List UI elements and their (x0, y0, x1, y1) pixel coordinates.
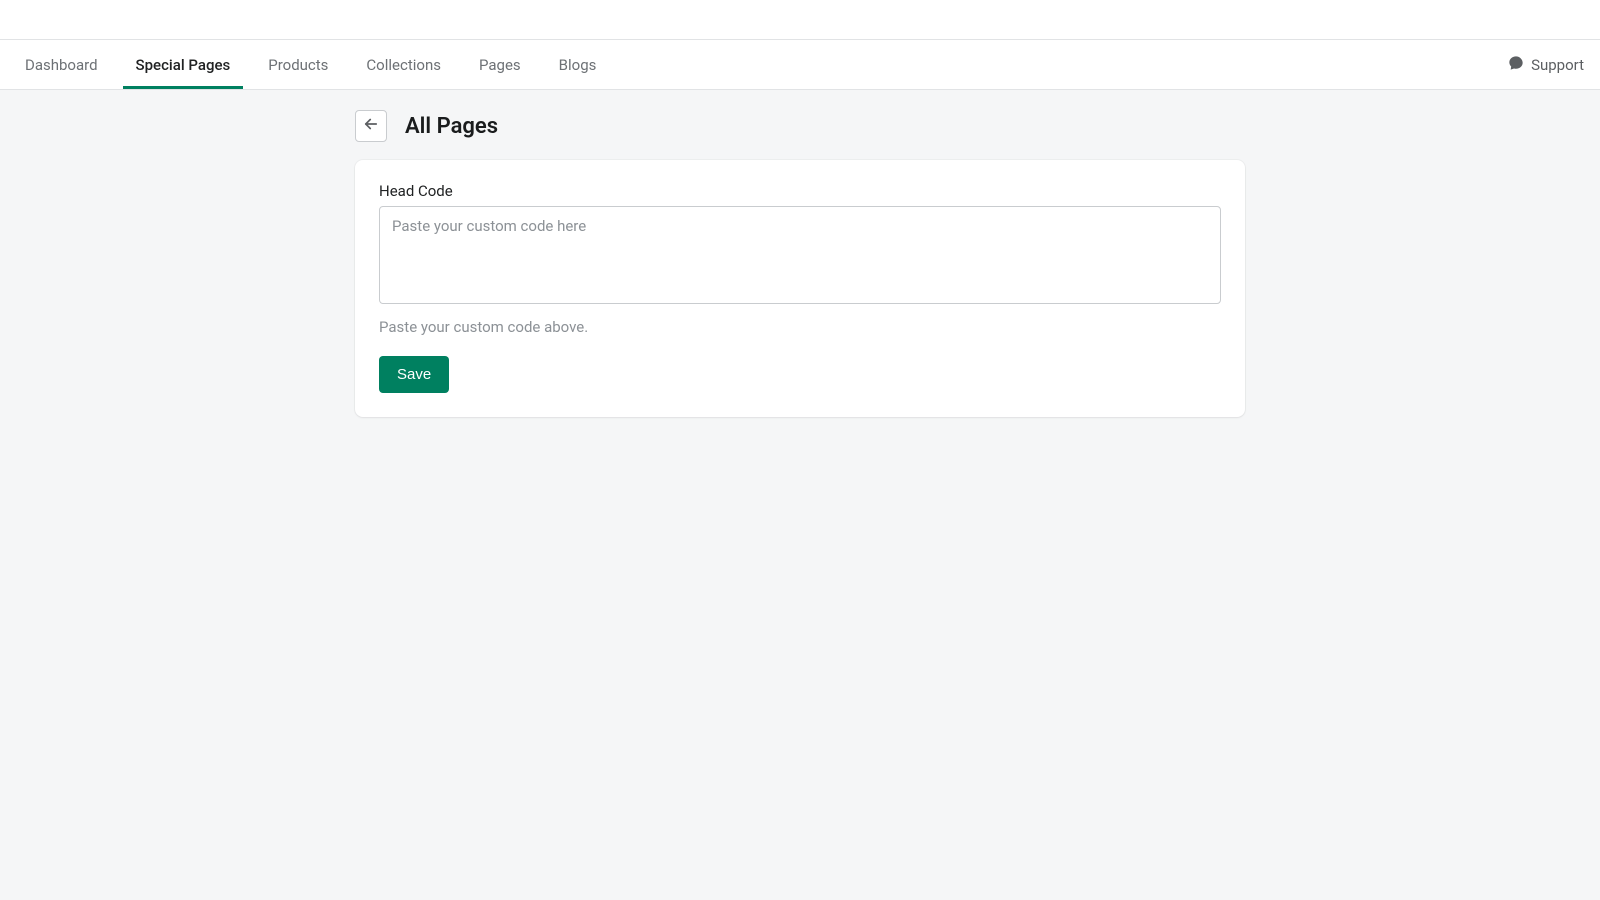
head-code-card: Head Code Paste your custom code above. … (355, 160, 1245, 417)
chat-icon (1508, 55, 1524, 75)
arrow-left-icon (362, 115, 380, 137)
tab-products[interactable]: Products (267, 40, 329, 89)
support-label: Support (1531, 56, 1584, 74)
top-blank-bar (0, 0, 1600, 40)
page-title: All Pages (405, 114, 498, 139)
tab-special-pages[interactable]: Special Pages (135, 40, 232, 89)
nav-tabs: Dashboard Special Pages Products Collect… (24, 40, 597, 89)
nav-right: Support (1508, 40, 1584, 89)
nav-bar: Dashboard Special Pages Products Collect… (0, 40, 1600, 90)
head-code-label: Head Code (379, 182, 1221, 200)
save-button[interactable]: Save (379, 356, 449, 393)
support-link[interactable]: Support (1508, 55, 1584, 75)
tab-dashboard[interactable]: Dashboard (24, 40, 99, 89)
page-body: All Pages Head Code Paste your custom co… (0, 90, 1600, 437)
page-container: All Pages Head Code Paste your custom co… (355, 110, 1245, 417)
tab-blogs[interactable]: Blogs (558, 40, 598, 89)
page-header: All Pages (355, 110, 1245, 142)
back-button[interactable] (355, 110, 387, 142)
head-code-help: Paste your custom code above. (379, 318, 1221, 336)
tab-pages[interactable]: Pages (478, 40, 522, 89)
tab-collections[interactable]: Collections (365, 40, 442, 89)
head-code-input[interactable] (379, 206, 1221, 304)
